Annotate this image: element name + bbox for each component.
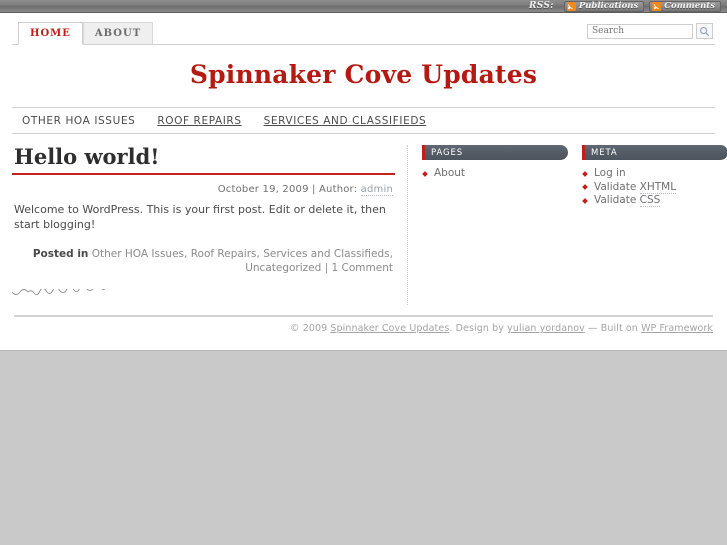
content-column: Hello world! October 19, 2009 | Author: … — [11, 145, 408, 305]
posted-in-label: Posted in — [32, 248, 89, 260]
rss-comments-label: Comments — [664, 1, 715, 11]
comma: , — [389, 248, 393, 260]
footer-site-link[interactable]: Spinnaker Cove Updates — [330, 323, 449, 334]
list-item[interactable]: Validate XHTML — [582, 180, 727, 195]
decorative-divider — [11, 261, 399, 305]
rss-publications-link[interactable]: Publications — [563, 0, 645, 12]
tab-about[interactable]: ABOUT — [82, 22, 154, 45]
category-link-roof-repairs[interactable]: Roof Repairs — [191, 248, 257, 260]
comments-separator: | — [324, 262, 329, 274]
comma: , — [256, 248, 260, 260]
meta-link-validate-xhtml: XHTML — [639, 180, 677, 194]
tab-list: HOME ABOUT — [18, 22, 154, 45]
post-footer: Posted in Other HOA Issues, Roof Repairs… — [12, 247, 395, 275]
comma: , — [184, 248, 188, 260]
list-item[interactable]: Validate CSS — [582, 194, 727, 208]
meta-link-validate-xhtml-prefix: Validate — [594, 180, 640, 193]
footer-copyright: © 2009 — [289, 323, 328, 334]
search-icon — [699, 26, 710, 36]
site-header: Spinnaker Cove Updates — [12, 45, 715, 107]
post-date: October 19, 2009 — [217, 184, 309, 195]
page-link-about: About — [434, 167, 466, 179]
widget-meta: META Log in Validate XHTML Validate CSS — [582, 145, 727, 305]
post-author-link[interactable]: admin — [360, 184, 393, 196]
widget-meta-title: META — [582, 145, 727, 160]
comments-link[interactable]: 1 Comment — [332, 262, 393, 274]
footer-designer-link[interactable]: yulian yordanov — [507, 323, 585, 334]
rss-comments-link[interactable]: Comments — [649, 0, 721, 12]
footer-design-by: . Design by — [449, 323, 504, 334]
site-title: Spinnaker Cove Updates — [189, 60, 538, 89]
search-form — [587, 23, 713, 39]
post-title[interactable]: Hello world! — [12, 145, 395, 175]
search-button[interactable] — [696, 23, 713, 39]
meta-link-log-in: Log in — [594, 167, 626, 179]
feed-icon — [566, 1, 576, 11]
page-container: HOME ABOUT Spinnaker Cove Updates OTHER … — [0, 13, 727, 351]
body-columns: Hello world! October 19, 2009 | Author: … — [11, 134, 727, 305]
sidebar: PAGES About META Log in Validate XHTML V… — [408, 145, 727, 305]
feed-icon — [652, 1, 662, 11]
category-link-services-and-classifieds[interactable]: Services and Classifieds — [263, 248, 389, 260]
post-body: Welcome to WordPress. This is your first… — [14, 203, 386, 231]
top-tab-bar: HOME ABOUT — [12, 13, 715, 45]
post-meta: October 19, 2009 | Author: admin — [12, 184, 395, 196]
site-footer: © 2009 Spinnaker Cove Updates. Design by… — [12, 317, 715, 350]
footer-built-on: — Built on — [588, 323, 638, 334]
search-input[interactable] — [587, 23, 693, 39]
nav-item-services-and-classifieds[interactable]: SERVICES AND CLASSIFIEDS — [264, 115, 427, 127]
category-link-other-hoa-issues[interactable]: Other HOA Issues — [92, 248, 184, 260]
main-navigation: OTHER HOA ISSUES ROOF REPAIRS SERVICES A… — [12, 107, 715, 134]
rss-publications-label: Publications — [578, 1, 639, 11]
squiggle-icon — [11, 261, 399, 296]
nav-item-other-hoa-issues[interactable]: OTHER HOA ISSUES — [22, 115, 135, 127]
rss-bar: RSS: Publications Comments — [0, 0, 727, 13]
meta-separator: | — [312, 184, 316, 195]
widget-pages-title: PAGES — [422, 145, 568, 160]
widget-pages: PAGES About — [422, 145, 568, 305]
widget-pages-list: About — [422, 167, 568, 181]
meta-link-validate-css-prefix: Validate — [594, 194, 640, 206]
tab-home[interactable]: HOME — [18, 22, 83, 45]
rss-label: RSS: — [529, 1, 554, 11]
nav-item-roof-repairs[interactable]: ROOF REPAIRS — [157, 115, 241, 127]
widget-meta-list: Log in Validate XHTML Validate CSS — [582, 167, 727, 208]
meta-link-validate-css: CSS — [639, 194, 661, 207]
list-item[interactable]: Log in — [582, 167, 727, 181]
post-author-label: Author: — [319, 184, 358, 195]
category-link-uncategorized[interactable]: Uncategorized — [245, 262, 321, 274]
list-item[interactable]: About — [422, 167, 568, 181]
footer-framework-link[interactable]: WP Framework — [641, 323, 713, 334]
